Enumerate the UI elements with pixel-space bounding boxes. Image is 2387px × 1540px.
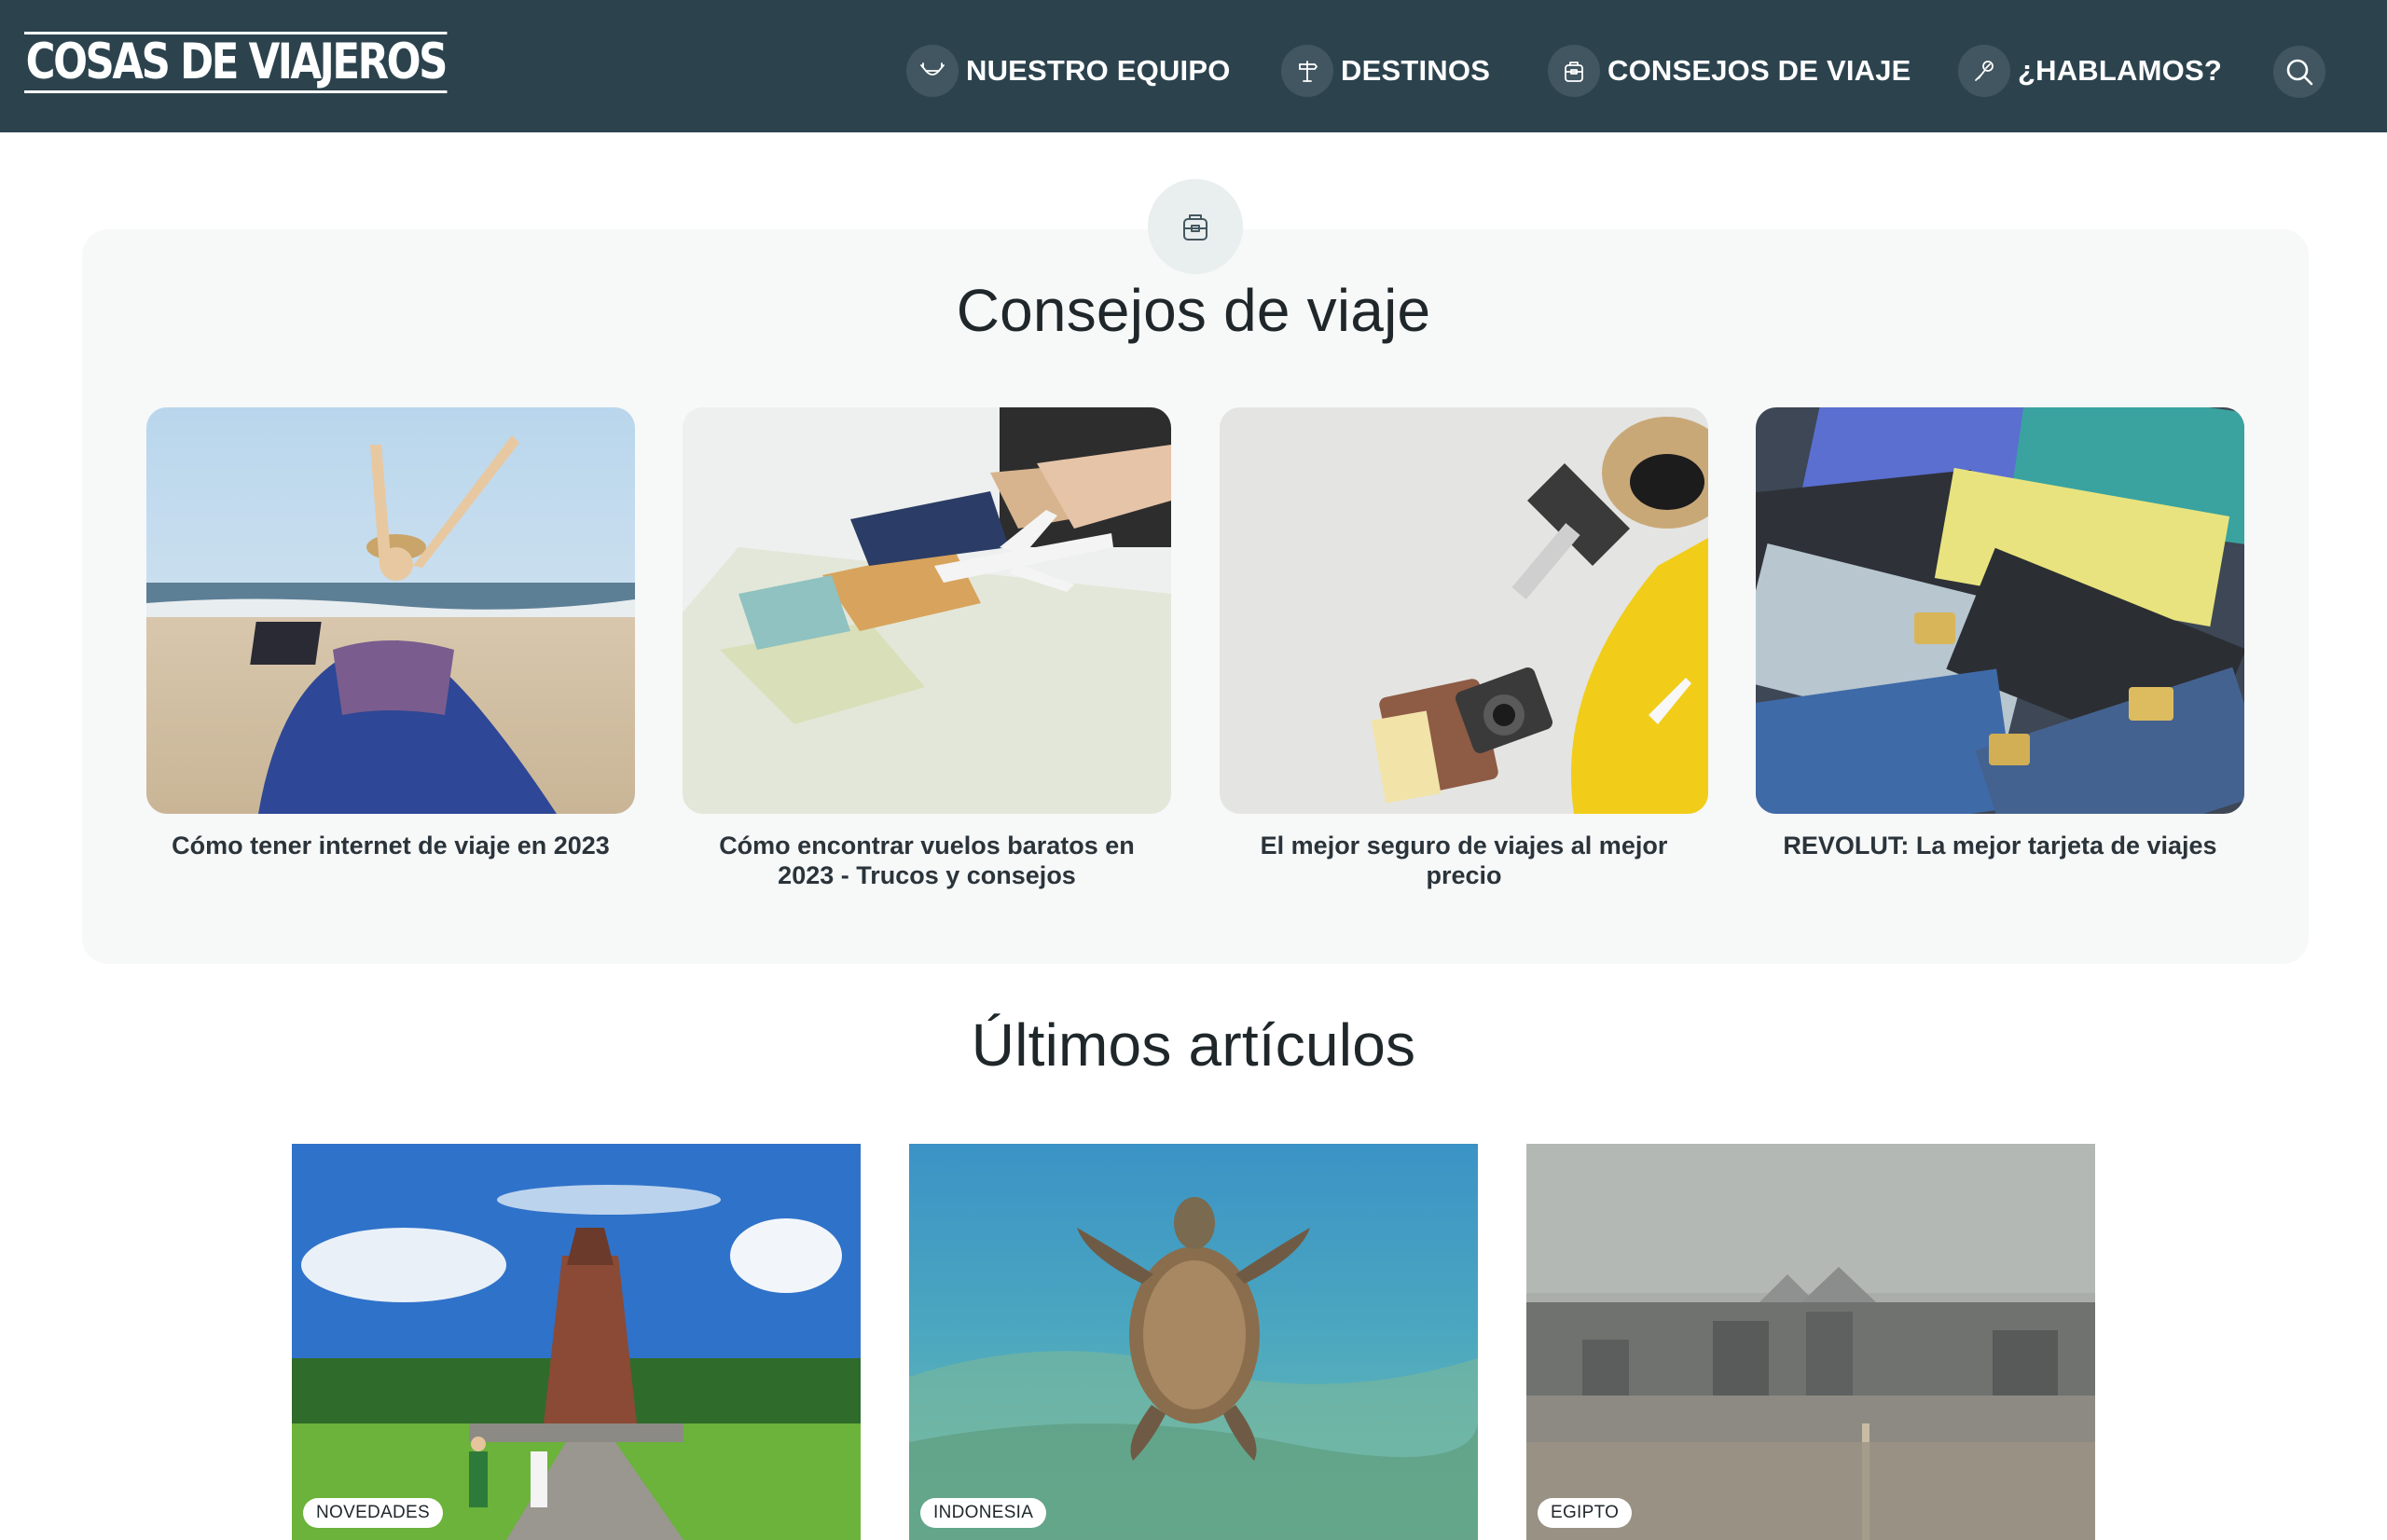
article-image-sea-turtle <box>909 1144 1478 1540</box>
article-card[interactable]: INDONESIA <box>909 1144 1478 1540</box>
tip-caption: Cómo tener internet de viaje en 2023 <box>172 832 610 859</box>
article-category-tag[interactable]: EGIPTO <box>1538 1498 1633 1528</box>
article-image-cairo-pyramids <box>1526 1144 2095 1540</box>
tip-card[interactable]: Cómo encontrar vuelos baratos en 2023 - … <box>683 407 1171 890</box>
backpack-icon <box>1183 214 1207 241</box>
tips-title: Consejos de viaje <box>956 277 1431 344</box>
signpost-icon <box>1281 45 1333 97</box>
tip-card[interactable]: REVOLUT: La mejor tarjeta de viajes <box>1756 407 2244 860</box>
tip-image-beach-laptop <box>146 407 635 814</box>
nav-label: NUESTRO EQUIPO <box>966 54 1231 87</box>
article-card[interactable]: EGIPTO <box>1526 1144 2095 1540</box>
nav-label: ¿HABLAMOS? <box>2018 54 2222 87</box>
hammock-icon <box>906 45 959 97</box>
tips-badge <box>1148 179 1243 274</box>
tip-caption: REVOLUT: La mejor tarjeta de viajes <box>1783 832 2217 859</box>
tip-image-credit-cards <box>1756 407 2244 814</box>
nav-label: DESTINOS <box>1341 54 1491 87</box>
nav-item-consejos-de-viaje[interactable]: CONSEJOS DE VIAJE <box>1548 43 1911 99</box>
latest-title: Últimos artículos <box>971 1011 1416 1079</box>
nav-item-destinos[interactable]: DESTINOS <box>1281 43 1490 99</box>
backpack-icon <box>1548 45 1600 97</box>
nav-label: CONSEJOS DE VIAJE <box>1607 54 1911 87</box>
article-category-tag[interactable]: INDONESIA <box>920 1498 1047 1528</box>
tip-image-suitcase-camera <box>1220 407 1708 814</box>
tip-card[interactable]: El mejor seguro de viajes al mejor preci… <box>1220 407 1708 890</box>
article-category-tag[interactable]: NOVEDADES <box>303 1498 444 1528</box>
tip-caption: Cómo encontrar vuelos baratos en 2023 - … <box>719 832 1135 889</box>
site-logo[interactable]: COSAS DE VIAJEROS <box>24 32 448 93</box>
article-card[interactable]: NOVEDADES <box>292 1144 861 1540</box>
search-icon <box>2286 59 2313 86</box>
chat-icon <box>1958 45 2010 97</box>
nav-item-nuestro-equipo[interactable]: NUESTRO EQUIPO <box>906 43 1231 99</box>
article-image-bali-temple <box>292 1144 861 1540</box>
tip-caption: El mejor seguro de viajes al mejor preci… <box>1260 832 1668 889</box>
nav-item-hablamos[interactable]: ¿HABLAMOS? <box>1958 43 2222 99</box>
tip-image-map-airplane <box>683 407 1171 814</box>
search-button[interactable] <box>2273 46 2325 98</box>
site-header: COSAS DE VIAJEROS NUESTRO EQUIPO DESTINO… <box>0 0 2387 132</box>
tip-card[interactable]: Cómo tener internet de viaje en 2023 <box>146 407 635 860</box>
